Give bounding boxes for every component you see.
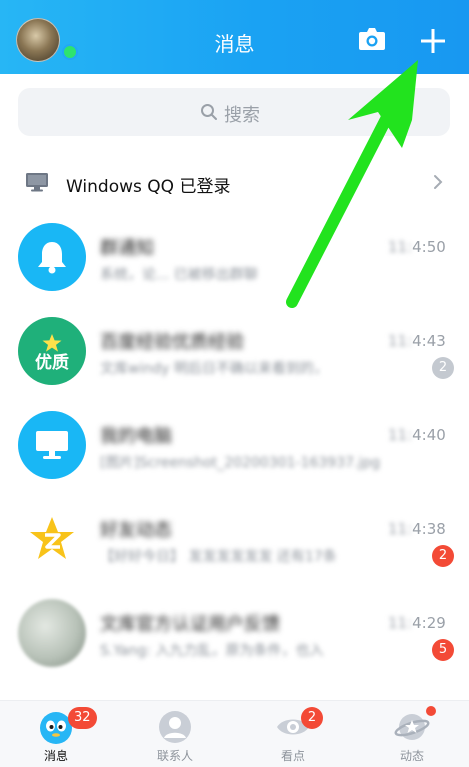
chat-message: S.Yang: 入九力乱，原为条件，也入 — [100, 643, 324, 659]
tab-contacts[interactable]: 联系人 — [135, 701, 215, 767]
chat-name: 好友动态 — [100, 520, 172, 541]
chat-message: 【好好今日】 发发发发发发 还有17条 — [100, 549, 337, 565]
planet-icon — [394, 709, 430, 745]
chat-time: 11:4:43 — [388, 332, 446, 350]
bell-icon — [18, 223, 86, 291]
chat-time: 11:4:38 — [388, 520, 446, 538]
star-icon: 优质 — [18, 317, 86, 385]
discover-badge: 2 — [301, 707, 323, 729]
tab-label: 联系人 — [156, 749, 193, 763]
computer-icon — [18, 411, 86, 479]
chat-time: 11:4:40 — [388, 426, 446, 444]
chat-name: 我的电脑 — [100, 426, 172, 447]
tab-messages[interactable]: 32 消息 — [16, 701, 97, 767]
chat-item-baidu-experience[interactable]: 优质 百度经验优质经验 文库windy 明后日不确以来看到的， 11:4:43 … — [0, 304, 469, 398]
updates-dot — [426, 706, 436, 716]
chat-name: 百度经验优质经验 — [100, 332, 244, 353]
tab-label: 看点 — [280, 749, 305, 763]
chevron-right-icon — [432, 173, 444, 195]
device-login-row[interactable]: Windows QQ 已登录 — [0, 158, 469, 206]
messages-badge: 32 — [68, 707, 97, 729]
camera-icon[interactable] — [358, 26, 386, 52]
group-avatar-icon — [18, 599, 86, 667]
qzone-star-icon — [18, 505, 86, 573]
unread-badge: 2 — [432, 545, 454, 567]
device-login-label: Windows QQ 已登录 — [66, 177, 231, 197]
search-placeholder: 搜索 — [224, 105, 260, 126]
tab-discover[interactable]: 2 看点 — [253, 701, 333, 767]
chat-time: 11:4:50 — [388, 238, 446, 256]
chat-item-friend-updates[interactable]: 好友动态 【好好今日】 发发发发发发 还有17条 11:4:38 2 — [0, 492, 469, 586]
chat-item-my-computer[interactable]: 我的电脑 [图片]Screenshot_20200301-163937.jpg … — [0, 398, 469, 492]
search-icon — [200, 103, 218, 125]
bottom-tab-bar: 32 消息 联系人 2 看点 动态 — [0, 700, 469, 767]
tab-updates[interactable]: 动态 — [372, 701, 452, 767]
search-input[interactable]: 搜索 — [18, 88, 450, 136]
chat-time: 11:4:29 — [388, 614, 446, 632]
contacts-icon — [157, 709, 193, 745]
unread-badge: 5 — [432, 639, 454, 661]
top-bar: 消息 — [0, 0, 469, 74]
tab-label: 消息 — [43, 749, 68, 763]
unread-badge: 2 — [432, 357, 454, 379]
chat-name: 群通知 — [100, 238, 154, 259]
tab-label: 动态 — [399, 749, 424, 763]
chat-item-wenku-feedback[interactable]: 文库官方认证用户反馈 S.Yang: 入九力乱，原为条件，也入 11:4:29 … — [0, 586, 469, 680]
chat-message: 系统，论... 已被移出群聊 — [100, 267, 258, 283]
chat-message: [图片]Screenshot_20200301-163937.jpg — [100, 455, 381, 471]
chat-name: 文库官方认证用户反馈 — [100, 614, 280, 635]
monitor-icon — [25, 172, 49, 196]
chat-message: 文库windy 明后日不确以来看到的， — [100, 361, 328, 377]
page-title: 消息 — [214, 32, 255, 56]
plus-icon[interactable] — [418, 26, 448, 56]
avatar-badge-text: 优质 — [35, 353, 69, 373]
chat-item-group-notify[interactable]: 群通知 系统，论... 已被移出群聊 11:4:50 — [0, 210, 469, 304]
